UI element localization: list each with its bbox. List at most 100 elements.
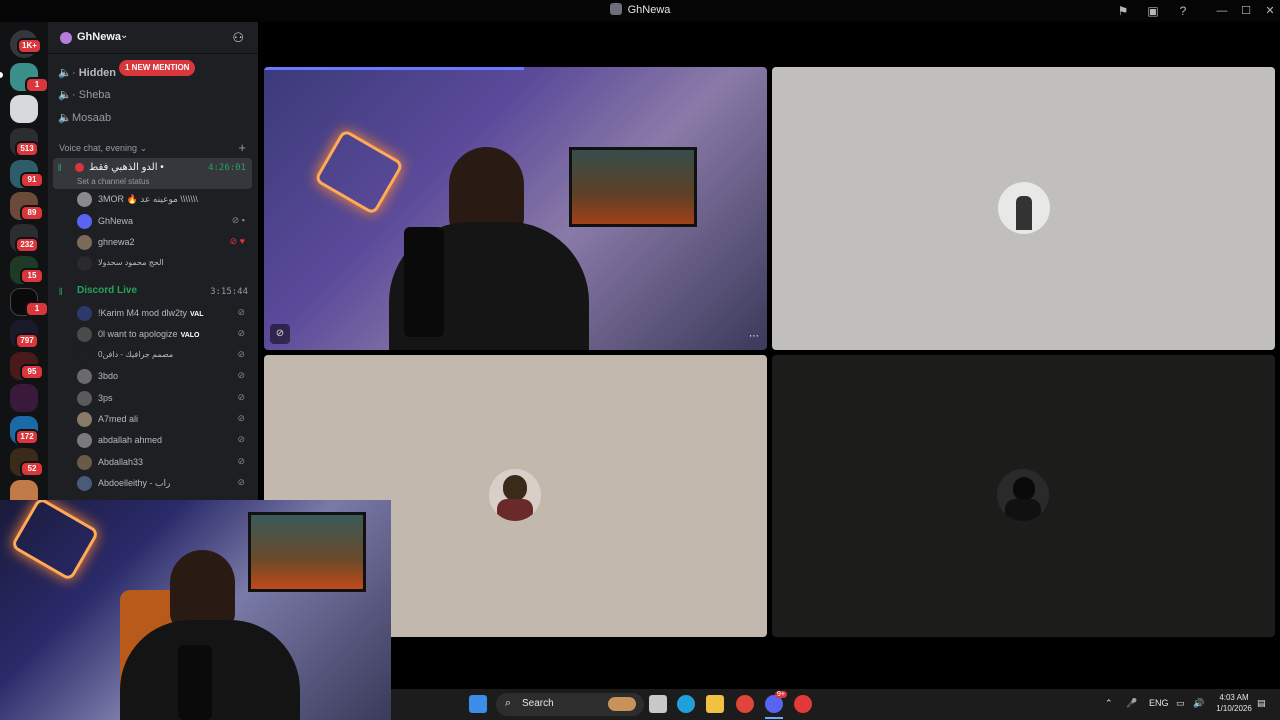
voice-member[interactable]: Abdoelleithy - راب ⊘ xyxy=(77,474,249,494)
voice-member[interactable]: 0l want to apologize VALO ⊘ xyxy=(77,325,249,345)
speaker-icon: 🔈 xyxy=(58,89,72,101)
channel-item-sheba[interactable]: 🔈· Sheba xyxy=(58,86,111,104)
member-name: A7med ali xyxy=(98,414,139,424)
microphone-icon[interactable]: 🎤 xyxy=(1126,698,1137,709)
unread-pip xyxy=(0,72,3,78)
avatar xyxy=(489,469,541,521)
guild-header[interactable]: GhNewa ⌄ ⚇ xyxy=(48,22,258,54)
avatar xyxy=(77,391,92,406)
clock-time: 4:03 AM xyxy=(1219,693,1249,702)
maximize-button[interactable]: ☐ xyxy=(1236,2,1256,20)
server-badge: 95 xyxy=(20,364,44,380)
channel-status[interactable]: Set a channel status xyxy=(77,177,150,186)
voice-channel-name[interactable]: Discord Live xyxy=(77,285,137,296)
voice-member[interactable]: abdallah ahmed ⊘ xyxy=(77,431,249,451)
app-icon[interactable] xyxy=(794,695,812,713)
discord-badge: 9+ xyxy=(775,691,787,698)
clock-date: 1/10/2026 xyxy=(1216,704,1252,713)
active-indicator xyxy=(765,717,783,719)
member-name: Abdallah33 xyxy=(98,457,144,467)
search-highlight-icon xyxy=(608,697,636,711)
task-view-icon[interactable] xyxy=(649,695,667,713)
channel-label: Sheba xyxy=(78,89,111,101)
server-icon[interactable] xyxy=(10,384,38,412)
search-box[interactable]: ⌕ Search xyxy=(496,693,644,716)
taskbar: ⌕ Search 9+ ⌃ 🎤 ENG ▭ 🔊 4:03 AM 1/10/2026… xyxy=(391,689,1280,720)
member-name: 0مصمم جرافيك - دافن xyxy=(98,350,174,359)
chevron-up-icon[interactable]: ⌃ xyxy=(1105,698,1113,709)
category-label: Voice chat, evening xyxy=(59,143,138,153)
deafen-icon: ⊘ ♥ xyxy=(229,236,245,246)
mute-icon: ⊘ xyxy=(237,413,245,423)
avatar xyxy=(77,476,92,491)
voice-member[interactable]: Abdallah33 ⊘ xyxy=(77,453,249,473)
member-name: abdallah ahmed xyxy=(98,435,163,445)
add-member-icon[interactable]: ⚇ xyxy=(232,30,244,46)
chrome-icon[interactable] xyxy=(736,695,754,713)
voice-member[interactable]: 3bdo ⊘ xyxy=(77,367,249,387)
category-header[interactable]: Voice chat, evening ⌄ xyxy=(59,143,147,154)
avatar xyxy=(998,182,1050,234)
voice-member[interactable]: 3ps ⊘ xyxy=(77,389,249,409)
clock[interactable]: 4:03 AM 1/10/2026 xyxy=(1213,692,1255,714)
voice-channel-active[interactable]: 𝍪 الدو الذهبي فقط • 4:26:01 Set a channe… xyxy=(53,158,252,189)
avatar xyxy=(997,469,1049,521)
screen-icon[interactable]: ▣ xyxy=(1145,3,1161,19)
server-badge: 91 xyxy=(20,172,44,188)
channel-item-mosaab[interactable]: 🔈Mosaab xyxy=(58,109,111,127)
mute-icon: ⊘ xyxy=(237,370,245,380)
language-indicator[interactable]: ENG xyxy=(1149,698,1169,708)
server-icon[interactable] xyxy=(10,95,38,123)
network-icon[interactable]: ▭ xyxy=(1176,698,1185,709)
edge-icon[interactable] xyxy=(677,695,695,713)
voice-member[interactable]: ghnewa2 ⊘ ♥ xyxy=(77,233,249,253)
voice-member[interactable]: 0مصمم جرافيك - دافن ⊘ xyxy=(77,346,249,366)
guild-name: GhNewa xyxy=(77,31,122,43)
title-bar: GhNewa ⚑ ▣ ? — ☐ ✕ xyxy=(0,0,1280,22)
volume-icon[interactable]: 🔊 xyxy=(1193,698,1204,709)
start-icon[interactable] xyxy=(469,695,487,713)
inbox-icon[interactable]: ⚑ xyxy=(1115,3,1131,19)
new-mention-badge[interactable]: 1 NEW MENTION xyxy=(119,60,196,76)
avatar xyxy=(77,214,92,229)
notification-icon[interactable]: ▤ xyxy=(1257,698,1266,709)
voice-member[interactable]: A7med ali ⊘ xyxy=(77,410,249,430)
server-badge: 15 xyxy=(20,268,44,284)
channel-label: Hidden xyxy=(78,67,117,79)
member-name: Abdoelleithy - راب xyxy=(98,478,171,488)
video-tile-user2[interactable] xyxy=(772,67,1275,350)
add-channel-icon[interactable]: + xyxy=(238,140,246,155)
video-tile-user4[interactable] xyxy=(772,355,1275,637)
channel-label: Mosaab xyxy=(72,112,112,124)
mute-icon: ⊘ xyxy=(237,456,245,466)
mute-icon: ⊘ xyxy=(237,392,245,402)
avatar xyxy=(77,348,92,363)
more-icon[interactable]: ⋯ xyxy=(749,331,759,342)
voice-timer: 3:15:44 xyxy=(210,287,248,297)
mute-icon: ⊘ xyxy=(237,434,245,444)
voice-member[interactable]: !Karim M4 mod dlw2ty VAL ⊘ xyxy=(77,304,249,324)
server-badge: 232 xyxy=(15,237,39,253)
video-tile-streamer[interactable]: ⊘ ⋯ xyxy=(264,67,767,350)
server-badge: 1 xyxy=(25,301,49,317)
server-badge: 52 xyxy=(20,461,44,477)
mute-icon: ⊘ xyxy=(237,307,245,317)
member-name: 3MOR 🔥 موعينه عد \\\\\\\ xyxy=(98,194,198,204)
channel-item-hidden[interactable]: 🔈· Hidden xyxy=(58,64,116,82)
voice-timer: 4:26:01 xyxy=(208,163,246,173)
voice-member[interactable]: الحج محمود سحدولا xyxy=(77,254,249,274)
app-icon xyxy=(609,3,622,15)
voice-icon: 𝍪 xyxy=(58,163,62,174)
hex-light xyxy=(313,128,405,216)
help-icon[interactable]: ? xyxy=(1175,3,1191,19)
member-name: الحج محمود سحدولا xyxy=(98,258,164,267)
minimize-button[interactable]: — xyxy=(1212,2,1232,20)
server-badge: 797 xyxy=(15,333,39,349)
channel-sidebar: GhNewa ⌄ ⚇ 🔈· Hidden 1 NEW MENTION 🔈· Sh… xyxy=(48,22,258,500)
voice-member[interactable]: 3MOR 🔥 موعينه عد \\\\\\\ xyxy=(77,190,249,210)
file-explorer-icon[interactable] xyxy=(706,695,724,713)
member-name: 3bdo xyxy=(98,371,119,381)
microphone xyxy=(404,227,444,337)
voice-member[interactable]: GhNewa ⊘ ▪ xyxy=(77,212,249,232)
close-button[interactable]: ✕ xyxy=(1260,2,1280,20)
